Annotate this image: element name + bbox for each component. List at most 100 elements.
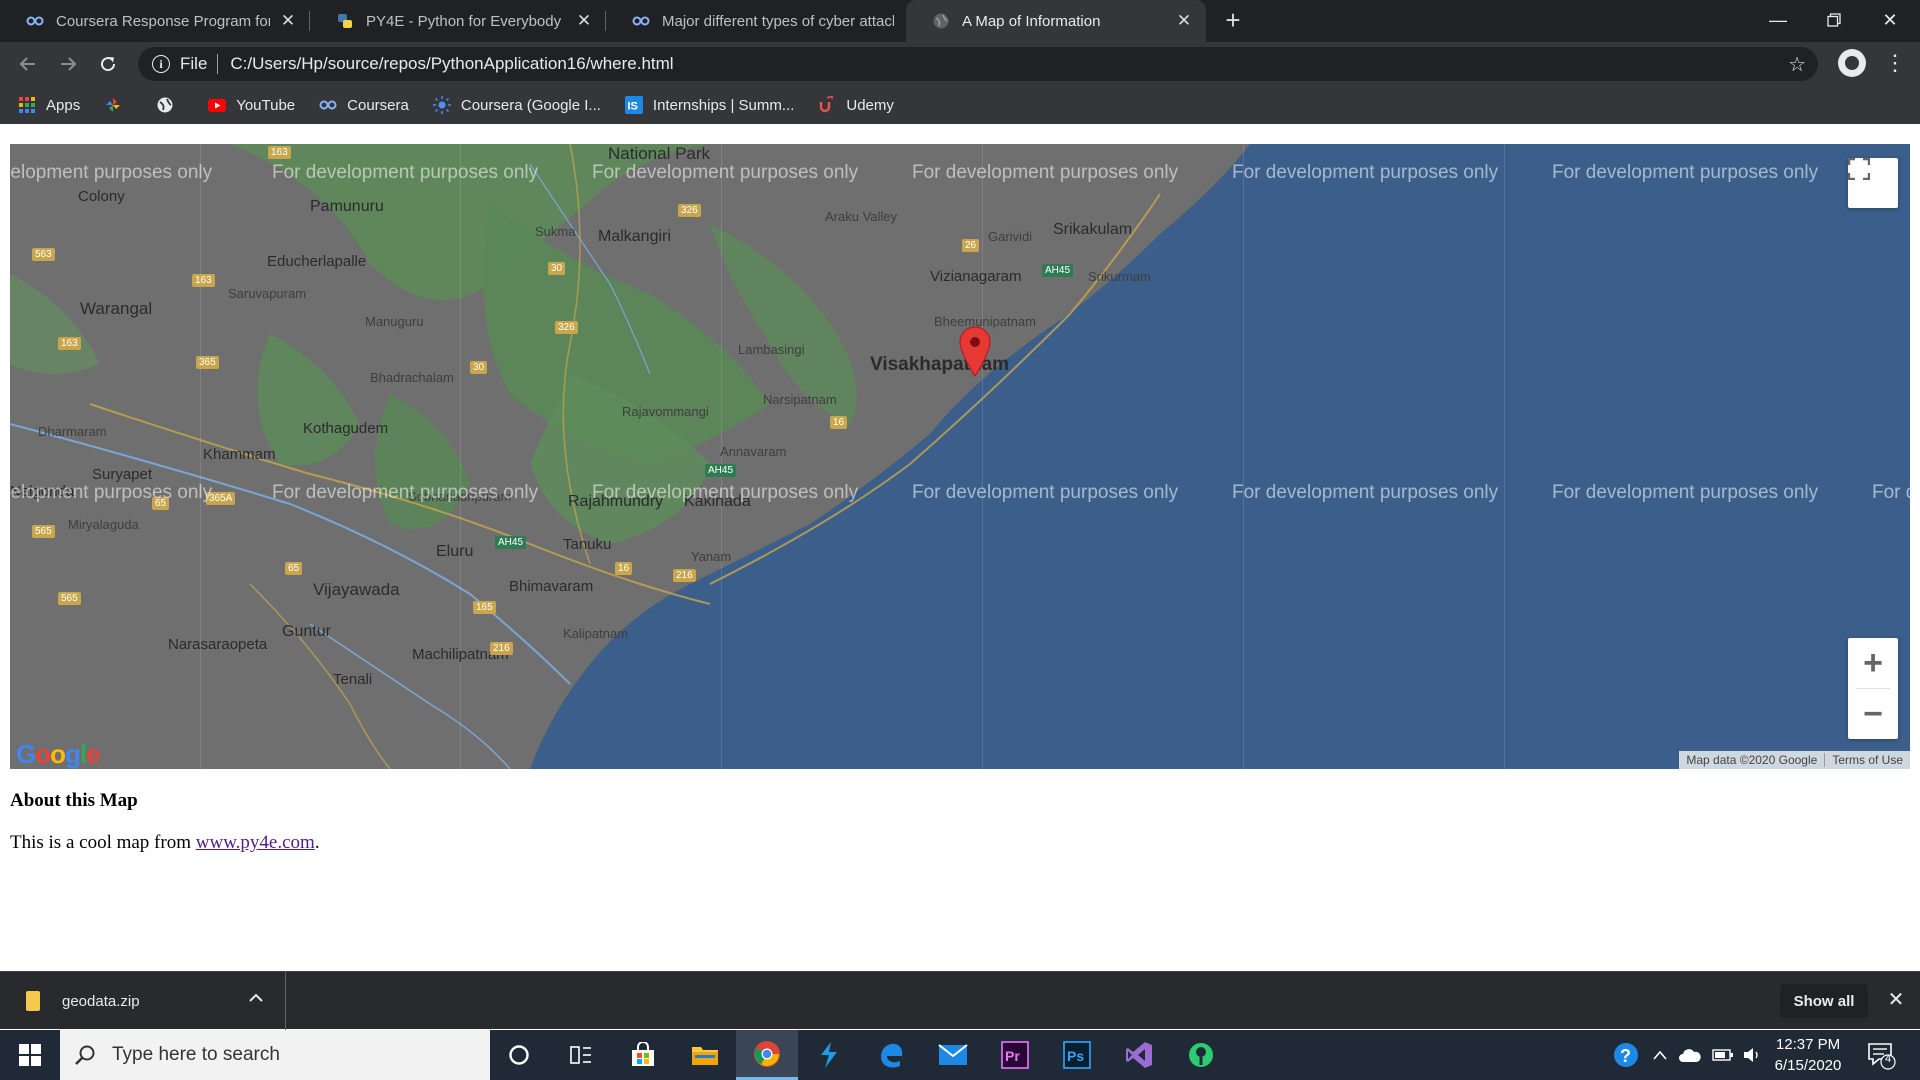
bookmark-youtube[interactable]: YouTube [208, 96, 295, 114]
highway-shield: 565 [32, 525, 55, 538]
action-center-button[interactable]: 4 [1866, 1040, 1896, 1070]
place-label: Bhimavaram [509, 578, 594, 595]
taskbar-clock[interactable]: 12:37 PM 6/15/2020 [1760, 1034, 1856, 1076]
tile-line [1504, 144, 1505, 769]
windows-logo-icon [19, 1044, 41, 1066]
tab-py4e[interactable]: PY4E - Python for Everybody ✕ [310, 0, 606, 42]
coursera-icon [26, 12, 44, 30]
bookmark-internships[interactable]: IS Internships | Summ... [624, 96, 795, 114]
start-button[interactable] [0, 1030, 60, 1080]
bookmark-globe[interactable] [156, 96, 184, 114]
speaker-icon[interactable] [1742, 1046, 1762, 1064]
visual-studio-icon[interactable] [1108, 1030, 1170, 1080]
bookmark-udemy[interactable]: Udemy [818, 96, 894, 114]
svg-text:?: ? [1620, 1046, 1631, 1066]
svg-text:IS: IS [627, 101, 637, 113]
apps-grid-icon [18, 96, 36, 114]
chevron-up-icon[interactable] [1652, 1049, 1668, 1061]
close-icon[interactable]: ✕ [278, 11, 298, 31]
place-label: Lambasingi [738, 342, 805, 357]
system-tray: ? [1612, 1030, 1762, 1080]
clock-date: 6/15/2020 [1774, 1057, 1842, 1074]
store-icon[interactable] [612, 1030, 674, 1080]
google-map[interactable]: National Park Colony Pamunuru Warangal E… [10, 144, 1910, 769]
restore-icon [1827, 13, 1841, 27]
dev-watermark: For development purposes only [592, 482, 859, 503]
bookmark-star-icon[interactable]: ☆ [1788, 52, 1806, 77]
help-icon[interactable]: ? [1612, 1041, 1640, 1069]
bookmark-coursera[interactable]: Coursera [319, 96, 409, 114]
photoshop-icon[interactable]: Ps [1046, 1030, 1108, 1080]
udemy-icon [818, 96, 836, 114]
close-window-button[interactable]: ✕ [1862, 0, 1918, 40]
menu-kebab-icon[interactable]: ⋮ [1884, 50, 1906, 78]
is-icon: IS [624, 96, 643, 114]
bookmark-label: Coursera (Google I... [460, 96, 601, 114]
back-button[interactable] [14, 50, 42, 78]
highway-shield: 163 [192, 274, 215, 287]
place-label: Sukma [535, 224, 576, 239]
reload-icon [101, 57, 116, 72]
task-view-icon[interactable] [550, 1030, 612, 1080]
tab-strip: Coursera Response Program for Government… [0, 0, 1920, 42]
place-label: Malkangiri [598, 228, 671, 245]
page-heading: About this Map [10, 790, 138, 811]
bookmark-coursera-google[interactable]: Coursera (Google I... [432, 96, 601, 114]
bookmark-pinwheel[interactable] [104, 96, 132, 114]
url-text: C:/Users/Hp/source/repos/PythonApplicati… [230, 54, 674, 73]
zoom-in-button[interactable]: + [1848, 638, 1898, 688]
bookmark-apps[interactable]: Apps [18, 96, 80, 114]
page-paragraph: This is a cool map from www.py4e.com. [10, 832, 320, 854]
chevron-up-icon[interactable] [249, 990, 263, 1008]
minimize-button[interactable]: — [1750, 0, 1806, 40]
close-icon[interactable]: ✕ [574, 11, 594, 31]
fullscreen-icon [1848, 158, 1870, 180]
tab-map-of-information[interactable]: A Map of Information ✕ [906, 0, 1206, 42]
youtube-icon [208, 96, 227, 114]
close-icon[interactable]: ✕ [1174, 11, 1194, 31]
dev-watermark: For development purposes only [912, 162, 1179, 183]
map-marker-icon[interactable] [958, 325, 992, 377]
show-all-button[interactable]: Show all [1780, 984, 1868, 1018]
tab-coursera-response[interactable]: Coursera Response Program for Government… [0, 0, 310, 42]
vscode-icon[interactable] [798, 1030, 860, 1080]
fullscreen-button[interactable] [1848, 158, 1898, 208]
reload-button[interactable] [94, 50, 122, 78]
pinwheel-icon [104, 96, 122, 114]
terms-link[interactable]: Terms of Use [1825, 753, 1910, 767]
download-item[interactable]: geodata.zip [0, 972, 286, 1030]
place-label: Miryalaguda [68, 517, 139, 532]
tab-cyber-attacks[interactable]: Major different types of cyber attacks [606, 0, 906, 42]
py4e-link[interactable]: www.py4e.com [196, 832, 315, 853]
taskbar-search[interactable]: Type here to search [60, 1030, 490, 1080]
info-icon[interactable]: i [152, 55, 170, 73]
address-bar[interactable]: i File C:/Users/Hp/source/repos/PythonAp… [138, 47, 1818, 81]
bookmark-label: Udemy [846, 96, 894, 114]
paragraph-text: This is a cool map from [10, 832, 196, 853]
place-label: Srikurmam [1088, 269, 1151, 284]
new-tab-button[interactable]: + [1220, 7, 1246, 34]
restore-button[interactable] [1806, 0, 1862, 40]
edge-icon[interactable] [860, 1030, 922, 1080]
battery-icon[interactable] [1712, 1047, 1734, 1063]
place-label: Colony [78, 188, 125, 205]
close-icon[interactable]: ✕ [1884, 988, 1908, 1012]
bookmark-label: Apps [46, 96, 81, 114]
tracker-icon[interactable] [1170, 1030, 1232, 1080]
profile-avatar[interactable] [1838, 49, 1866, 77]
place-label: Bhadrachalam [370, 370, 454, 385]
zoom-out-button[interactable]: − [1848, 689, 1898, 739]
file-explorer-icon[interactable] [674, 1030, 736, 1080]
highway-shield: 165 [473, 601, 496, 614]
mail-icon[interactable] [922, 1030, 984, 1080]
tile-line [1243, 144, 1244, 769]
map-attribution: Map data ©2020 Google Terms of Use [1679, 751, 1910, 769]
bookmark-label: Internships | Summ... [652, 96, 795, 114]
forward-button[interactable] [54, 50, 82, 78]
chrome-icon[interactable] [736, 1030, 798, 1080]
onedrive-icon[interactable] [1678, 1047, 1702, 1063]
highway-shield: 216 [490, 642, 513, 655]
premiere-icon[interactable]: Pr [984, 1030, 1046, 1080]
cortana-icon[interactable] [488, 1030, 550, 1080]
place-label: Narsipatnam [763, 392, 837, 407]
